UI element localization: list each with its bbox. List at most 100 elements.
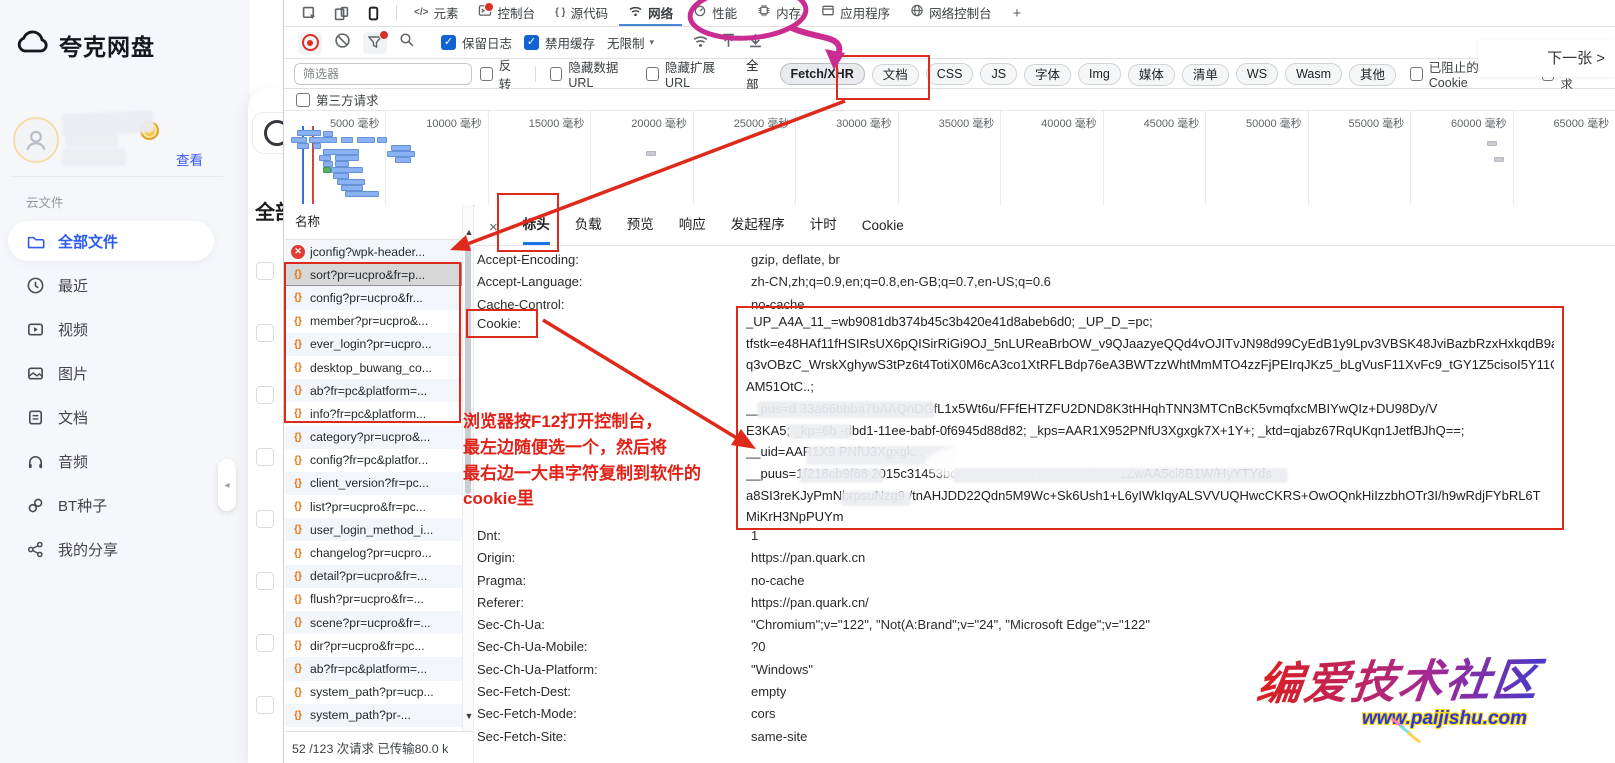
- tab-memory[interactable]: 内存: [748, 0, 810, 26]
- file-checkbox[interactable]: [256, 386, 274, 404]
- request-row[interactable]: desktop_buwang_co...: [285, 356, 462, 379]
- request-row[interactable]: category?pr=ucpro&...: [285, 426, 462, 449]
- file-checkbox[interactable]: [256, 262, 274, 280]
- request-type-icon: [291, 430, 305, 444]
- filter-input[interactable]: [294, 63, 472, 85]
- filter-pill[interactable]: Img: [1078, 63, 1121, 85]
- details-tabbar: × 标头 负载 预览 响应 发起程序 计时 Cookie: [475, 205, 1615, 246]
- tab-initiator[interactable]: 发起程序: [731, 213, 785, 245]
- checkbox-checked[interactable]: ✓: [524, 35, 539, 50]
- filter-pill[interactable]: JS: [980, 63, 1017, 85]
- sidebar-collapse-handle[interactable]: ◂: [218, 459, 236, 511]
- request-row[interactable]: system_path?pr-...: [285, 704, 462, 727]
- hide-ext-url-checkbox[interactable]: 隐藏扩展 URL: [646, 57, 735, 90]
- tab-console[interactable]: 控制台: [469, 0, 544, 26]
- disable-cache-checkbox[interactable]: ✓禁用缓存: [524, 33, 595, 52]
- request-list-header[interactable]: 名称: [285, 205, 462, 240]
- request-row[interactable]: ever_login?pr=ucpro...: [285, 333, 462, 356]
- file-checkbox[interactable]: [256, 510, 274, 528]
- request-row[interactable]: ab?fr=pc&platform=...: [285, 657, 462, 680]
- tab-preview[interactable]: 预览: [627, 213, 654, 245]
- scroll-up-icon[interactable]: ▲: [463, 227, 475, 237]
- cookie-line: q3vOBzC_WrskXghywS3tPz6t4TotiX0M6cA3co1X…: [746, 354, 1554, 376]
- request-row[interactable]: config?fr=pc&platfor...: [285, 449, 462, 472]
- next-image-button[interactable]: 下一张 >: [1478, 40, 1615, 77]
- device-toolbar-icon[interactable]: [326, 2, 356, 24]
- tab-payload[interactable]: 负载: [575, 213, 602, 245]
- sidebar-item-bt[interactable]: BT种子: [8, 485, 214, 525]
- request-row[interactable]: scene?pr=ucpro&fr=...: [285, 611, 462, 634]
- request-type-icon: [291, 546, 305, 560]
- tab-elements[interactable]: </>元素: [405, 0, 467, 26]
- filter-all[interactable]: 全部: [743, 55, 772, 93]
- import-har-icon[interactable]: [721, 33, 736, 53]
- avatar[interactable]: [13, 117, 59, 163]
- tab-network[interactable]: 网络: [619, 0, 682, 26]
- tab-cookies[interactable]: Cookie: [862, 218, 904, 245]
- tab-response[interactable]: 响应: [679, 213, 706, 245]
- request-row[interactable]: member?pr=ucpro&...: [285, 310, 462, 333]
- filter-pill[interactable]: 文档: [872, 64, 919, 86]
- tab-headers[interactable]: 标头: [523, 213, 550, 245]
- filter-button[interactable]: [363, 32, 387, 54]
- preserve-log-chec kbox[interactable]: ✓保留日志: [441, 33, 512, 52]
- inspect-icon[interactable]: [294, 2, 324, 24]
- hide-data-url-checkbox[interactable]: 隐藏数据 URL: [550, 57, 639, 90]
- search-icon[interactable]: [399, 32, 415, 53]
- request-row[interactable]: ab?fr=pc&platform=...: [285, 379, 462, 402]
- request-row[interactable]: info?fr=pc&platform...: [285, 402, 462, 425]
- request-type-icon: [291, 708, 305, 722]
- request-row[interactable]: sort?pr=ucpro&fr=p...: [285, 263, 462, 286]
- request-row[interactable]: config?pr=ucpro&fr...: [285, 286, 462, 309]
- filter-pill[interactable]: WS: [1236, 63, 1278, 85]
- request-row[interactable]: flush?pr=ucpro&fr=...: [285, 588, 462, 611]
- file-checkbox[interactable]: [256, 324, 274, 342]
- request-row[interactable]: user_login_method_i...: [285, 518, 462, 541]
- third-party-checkbox[interactable]: 第三方请求: [296, 90, 379, 109]
- phone-icon[interactable]: [358, 2, 388, 24]
- sidebar-divider: [10, 176, 223, 177]
- sidebar-item-docs[interactable]: 文档: [8, 397, 214, 437]
- record-button[interactable]: [298, 32, 322, 54]
- checkbox-checked[interactable]: ✓: [441, 35, 456, 50]
- close-icon[interactable]: ×: [489, 219, 498, 245]
- request-row[interactable]: list?pr=ucpro&fr=pc...: [285, 495, 462, 518]
- filter-pill[interactable]: Fetch/XHR: [780, 63, 865, 85]
- file-checkbox[interactable]: [256, 572, 274, 590]
- more-tabs-button[interactable]: +: [1003, 5, 1032, 22]
- file-checkbox[interactable]: [256, 448, 274, 466]
- sidebar-item-all-files[interactable]: 全部文件: [8, 221, 214, 261]
- view-link[interactable]: 查看: [176, 149, 203, 169]
- tab-application[interactable]: 应用程序: [812, 0, 899, 26]
- throttling-select[interactable]: 无限制▾: [607, 33, 654, 52]
- request-row[interactable]: dir?pr=ucpro&fr=pc...: [285, 634, 462, 657]
- file-checkbox[interactable]: [256, 634, 274, 652]
- export-har-icon[interactable]: [748, 33, 763, 53]
- filter-pill[interactable]: CSS: [926, 63, 974, 85]
- filter-pill[interactable]: 其他: [1349, 64, 1396, 86]
- request-row[interactable]: jconfig?wpk-header...: [285, 240, 462, 263]
- request-row[interactable]: client_version?fr=pc...: [285, 472, 462, 495]
- scroll-down-icon[interactable]: ▼: [463, 711, 475, 721]
- request-row[interactable]: detail?pr=ucpro&fr=...: [285, 565, 462, 588]
- filter-pill[interactable]: 字体: [1024, 64, 1071, 86]
- sidebar-item-shares[interactable]: 我的分享: [8, 529, 214, 569]
- filter-pill[interactable]: 媒体: [1128, 64, 1175, 86]
- tab-timing[interactable]: 计时: [810, 213, 837, 245]
- sidebar-item-recent[interactable]: 最近: [8, 265, 214, 305]
- filter-pill[interactable]: Wasm: [1285, 63, 1342, 85]
- tab-performance[interactable]: 性能: [684, 0, 746, 26]
- file-checkbox[interactable]: [256, 696, 274, 714]
- network-timeline[interactable]: 5000 毫秒10000 毫秒15000 毫秒20000 毫秒25000 毫秒3…: [284, 111, 1615, 206]
- sidebar-item-images[interactable]: 图片: [8, 353, 214, 393]
- network-conditions-icon[interactable]: [692, 33, 709, 53]
- sidebar-item-video[interactable]: 视频: [8, 309, 214, 349]
- sidebar-item-audio[interactable]: 音频: [8, 441, 214, 481]
- filter-pill[interactable]: 清单: [1182, 64, 1229, 86]
- tab-sources[interactable]: { }源代码: [546, 0, 617, 26]
- tab-network-console[interactable]: 网络控制台: [901, 0, 1001, 26]
- clear-button[interactable]: [334, 32, 351, 54]
- request-row[interactable]: system_path?pr=ucp...: [285, 681, 462, 704]
- invert-checkbox[interactable]: 反转: [480, 55, 521, 93]
- request-row[interactable]: changelog?pr=ucpro...: [285, 541, 462, 564]
